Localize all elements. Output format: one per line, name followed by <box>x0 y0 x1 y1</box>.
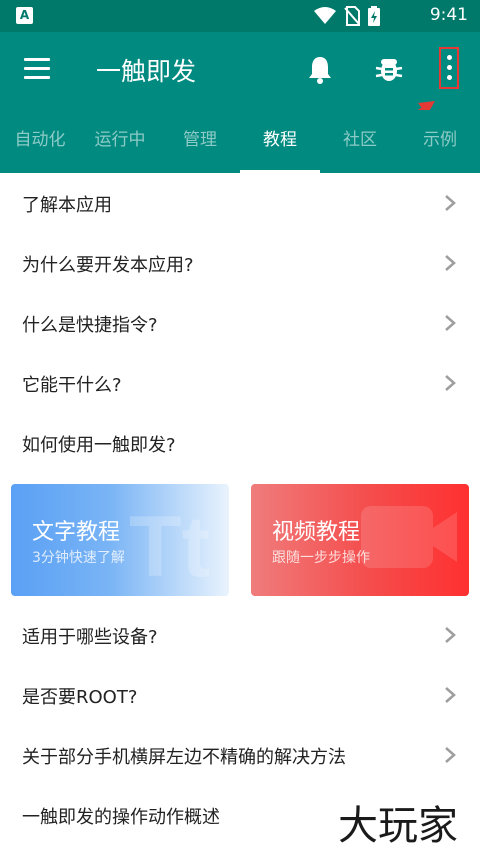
chevron-right-icon <box>445 255 456 271</box>
more-vertical-icon[interactable] <box>439 47 459 89</box>
menu-icon[interactable] <box>24 58 50 80</box>
status-icons <box>314 6 380 26</box>
tab-examples[interactable]: 示例 <box>400 110 480 173</box>
list-item[interactable]: 它能干什么? <box>0 353 480 413</box>
tab-automation[interactable]: 自动化 <box>0 110 80 173</box>
svg-text:大玩家: 大玩家 <box>338 803 458 845</box>
tutorial-cards: Tt 文字教程 3分钟快速了解 视频教程 跟随一步步操作 <box>0 473 480 605</box>
tab-bar: 自动化 运行中 管理 教程 社区 示例 <box>0 110 480 173</box>
chevron-right-icon <box>445 747 456 763</box>
list-item[interactable]: 了解本应用 <box>0 173 480 233</box>
clock: 9:41 <box>429 5 468 25</box>
card-subtitle: 3分钟快速了解 <box>32 550 125 566</box>
list-item-label: 什么是快捷指令? <box>22 315 158 336</box>
list-item-label: 它能干什么? <box>22 375 122 396</box>
no-sim-icon <box>344 6 360 26</box>
battery-charging-icon <box>368 6 380 26</box>
video-camera-icon <box>361 506 457 568</box>
list-item-label: 如何使用一触即发? <box>22 435 176 456</box>
app-notification-icon: A <box>16 7 33 24</box>
watermark-logo: 大玩家 <box>338 803 458 845</box>
tutorial-list-top: 了解本应用 为什么要开发本应用? 什么是快捷指令? 它能干什么? 如何使用一触即… <box>0 173 480 473</box>
tab-running[interactable]: 运行中 <box>80 110 160 173</box>
card-subtitle: 跟随一步步操作 <box>272 550 370 566</box>
bug-icon[interactable] <box>374 54 404 84</box>
chevron-right-icon <box>445 315 456 331</box>
tab-community[interactable]: 社区 <box>320 110 400 173</box>
chevron-right-icon <box>445 627 456 643</box>
bell-icon[interactable] <box>307 54 333 84</box>
video-tutorial-card[interactable]: 视频教程 跟随一步步操作 <box>251 484 469 596</box>
list-item-label: 关于部分手机横屏左边不精确的解决方法 <box>22 747 346 768</box>
status-bar: A 9:41 <box>0 0 480 32</box>
list-item[interactable]: 为什么要开发本应用? <box>0 233 480 293</box>
text-format-icon: Tt <box>129 504 210 584</box>
app-bar: 一触即发 <box>0 32 480 134</box>
list-item[interactable]: 是否要ROOT? <box>0 665 480 725</box>
list-section-header: 如何使用一触即发? <box>0 413 480 473</box>
list-item[interactable]: 适用于哪些设备? <box>0 605 480 665</box>
tab-tutorial[interactable]: 教程 <box>240 110 320 173</box>
list-item[interactable]: 什么是快捷指令? <box>0 293 480 353</box>
list-item[interactable]: 关于部分手机横屏左边不精确的解决方法 <box>0 725 480 785</box>
wifi-icon <box>314 7 336 24</box>
list-item-label: 了解本应用 <box>22 195 112 216</box>
chevron-right-icon <box>445 375 456 391</box>
text-tutorial-card[interactable]: Tt 文字教程 3分钟快速了解 <box>11 484 229 596</box>
list-item-label: 适用于哪些设备? <box>22 627 158 648</box>
list-item-label: 一触即发的操作动作概述 <box>22 807 220 828</box>
card-title: 视频教程 <box>272 520 361 545</box>
app-title: 一触即发 <box>96 57 197 86</box>
card-title: 文字教程 <box>32 520 121 545</box>
svg-text:Tt: Tt <box>129 504 210 584</box>
tab-manage[interactable]: 管理 <box>160 110 240 173</box>
chevron-right-icon <box>445 195 456 211</box>
chevron-right-icon <box>445 687 456 703</box>
list-item-label: 是否要ROOT? <box>22 687 138 708</box>
list-item-label: 为什么要开发本应用? <box>22 255 194 276</box>
